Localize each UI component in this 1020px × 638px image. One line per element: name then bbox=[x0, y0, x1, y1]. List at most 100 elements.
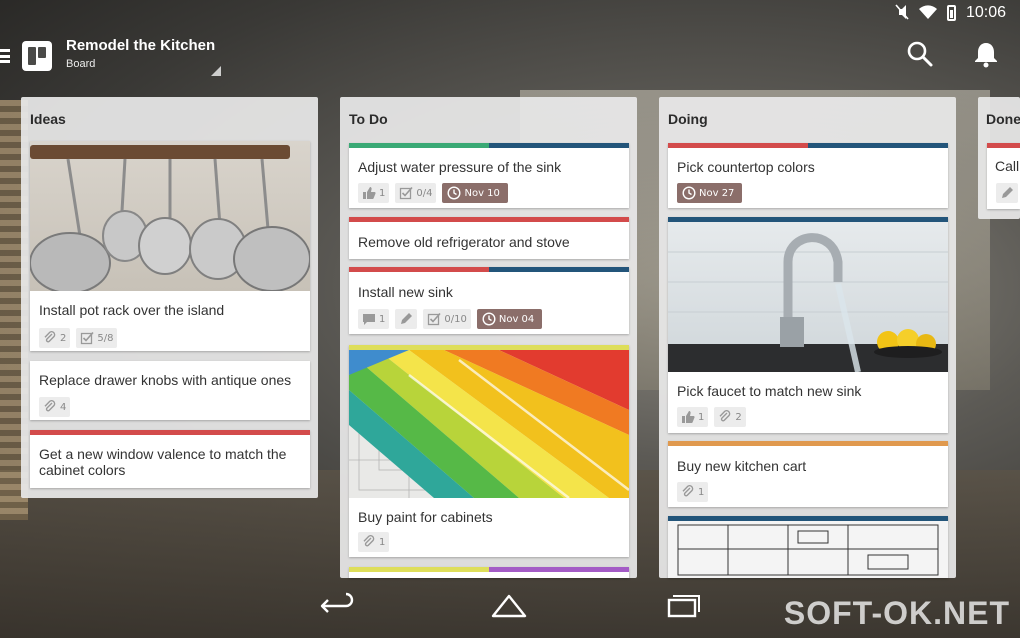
back-icon[interactable] bbox=[318, 592, 358, 620]
board-title: Remodel the Kitchen bbox=[66, 37, 216, 54]
thumbs-up-icon bbox=[682, 411, 695, 423]
votes-count: 1 bbox=[379, 187, 386, 199]
due-date: Nov 10 bbox=[464, 187, 500, 199]
label-bar bbox=[349, 567, 629, 572]
due-date-badge: Nov 10 bbox=[442, 183, 508, 203]
card-install-new-sink[interactable]: Install new sink 1 0/10 Nov 04 bbox=[349, 267, 629, 334]
due-date-badge: Nov 04 bbox=[476, 309, 543, 329]
faucet-image bbox=[668, 222, 948, 373]
home-icon[interactable] bbox=[489, 592, 529, 620]
list-title[interactable]: Done bbox=[978, 97, 1020, 141]
paperclip-icon bbox=[44, 400, 56, 412]
trello-logo-icon[interactable] bbox=[22, 41, 52, 71]
checklist-icon bbox=[81, 331, 94, 345]
list-to-do: To Do Adjust water pressure of the sink … bbox=[340, 97, 637, 578]
card-pick-countertop[interactable]: Pick countertop colors Nov 27 bbox=[668, 143, 948, 208]
checklist-count: 5/8 bbox=[97, 332, 114, 344]
label-bar bbox=[30, 430, 310, 435]
checklist-badge: 5/8 bbox=[76, 328, 118, 348]
clock-icon bbox=[447, 186, 461, 200]
attachment-count: 1 bbox=[698, 486, 705, 498]
attachment-badge: 1 bbox=[677, 482, 709, 502]
card-title: Pick faucet to match new sink bbox=[677, 383, 862, 399]
label-bar bbox=[668, 143, 948, 148]
card-title: Replace drawer knobs with antique ones bbox=[39, 372, 292, 388]
attachment-badge: 2 bbox=[714, 407, 746, 427]
label-bar bbox=[349, 267, 629, 272]
attachment-count: 4 bbox=[60, 401, 67, 413]
board-subtitle: Board bbox=[66, 58, 96, 70]
votes-badge: 1 bbox=[677, 407, 709, 427]
card-title: Buy paint for cabinets bbox=[358, 509, 493, 525]
card-floorplan[interactable] bbox=[668, 516, 948, 578]
list-title[interactable]: Ideas bbox=[21, 97, 318, 141]
status-bar: 10:06 bbox=[0, 0, 1020, 26]
paperclip-icon bbox=[719, 410, 731, 422]
clock-icon bbox=[682, 186, 696, 200]
due-date: Nov 04 bbox=[498, 313, 535, 325]
card-install-pot-rack[interactable]: Install pot rack over the island 2 5/8 bbox=[30, 141, 310, 351]
comment-icon bbox=[363, 314, 375, 325]
label-bar bbox=[987, 143, 1020, 148]
pots-image bbox=[30, 141, 310, 294]
list-title[interactable]: To Do bbox=[340, 97, 637, 141]
floorplan-image bbox=[668, 521, 948, 578]
card-buy-kitchen-cart[interactable]: Buy new kitchen cart 1 bbox=[668, 441, 948, 507]
attachment-count: 1 bbox=[379, 536, 386, 548]
bell-icon[interactable] bbox=[972, 40, 1000, 68]
card-title: Pick countertop colors bbox=[677, 159, 815, 175]
list-done: Done Call bbox=[978, 97, 1020, 219]
board-switcher[interactable]: Remodel the Kitchen Board bbox=[66, 36, 221, 76]
paperclip-icon bbox=[44, 331, 56, 343]
checklist-count: 0/4 bbox=[416, 187, 433, 199]
description-badge bbox=[996, 183, 1018, 203]
comments-count: 1 bbox=[379, 313, 386, 325]
checklist-badge: 0/10 bbox=[423, 309, 471, 329]
search-icon[interactable] bbox=[906, 40, 934, 68]
card-title: Call bbox=[995, 158, 1020, 174]
card-buy-paint[interactable]: Buy paint for cabinets 1 bbox=[349, 345, 629, 557]
card-title: Install pot rack over the island bbox=[39, 302, 225, 318]
card-title: Get a new window valence to match the ca… bbox=[39, 446, 287, 478]
card-call[interactable]: Call bbox=[987, 143, 1020, 209]
card-pick-faucet[interactable]: Pick faucet to match new sink 1 2 bbox=[668, 217, 948, 433]
description-badge bbox=[395, 309, 418, 329]
card-adjust-water-pressure[interactable]: Adjust water pressure of the sink 1 0/4 … bbox=[349, 143, 629, 208]
card-title: Install new sink bbox=[358, 284, 453, 300]
menu-icon[interactable] bbox=[0, 49, 14, 63]
pencil-icon bbox=[401, 313, 413, 324]
action-bar: Remodel the Kitchen Board bbox=[0, 26, 1020, 86]
list-doing: Doing Pick countertop colors Nov 27 Pick… bbox=[659, 97, 956, 578]
paperclip-icon bbox=[682, 485, 694, 497]
due-date-badge: Nov 27 bbox=[677, 183, 743, 203]
checklist-icon bbox=[428, 312, 441, 326]
attachment-badge: 1 bbox=[358, 532, 390, 552]
card-partial[interactable] bbox=[349, 567, 629, 578]
list-title[interactable]: Doing bbox=[659, 97, 956, 141]
checklist-count: 0/10 bbox=[444, 313, 467, 325]
label-bar bbox=[349, 217, 629, 222]
votes-badge: 1 bbox=[358, 183, 390, 203]
card-replace-drawer-knobs[interactable]: Replace drawer knobs with antique ones 4 bbox=[30, 361, 310, 420]
clock-icon bbox=[482, 312, 496, 326]
votes-count: 1 bbox=[698, 411, 705, 423]
due-date: Nov 27 bbox=[699, 187, 735, 199]
attachment-count: 2 bbox=[60, 332, 67, 344]
card-title: Adjust water pressure of the sink bbox=[358, 159, 562, 175]
attachment-badge: 4 bbox=[39, 397, 71, 417]
label-bar bbox=[349, 143, 629, 148]
clock: 10:06 bbox=[965, 4, 1006, 21]
recent-apps-icon[interactable] bbox=[663, 592, 703, 620]
card-title: Buy new kitchen cart bbox=[677, 458, 807, 474]
label-bar bbox=[668, 441, 948, 446]
card-window-valence[interactable]: Get a new window valence to match the ca… bbox=[30, 430, 310, 488]
attachment-badge: 2 bbox=[39, 328, 71, 348]
mute-icon bbox=[895, 3, 909, 23]
comments-badge: 1 bbox=[358, 309, 390, 329]
battery-icon bbox=[946, 5, 956, 21]
paint-swatches-image bbox=[349, 350, 629, 499]
wifi-icon bbox=[918, 4, 937, 23]
attachment-count: 2 bbox=[735, 411, 742, 423]
card-remove-refrigerator[interactable]: Remove old refrigerator and stove bbox=[349, 217, 629, 259]
thumbs-up-icon bbox=[363, 187, 376, 199]
